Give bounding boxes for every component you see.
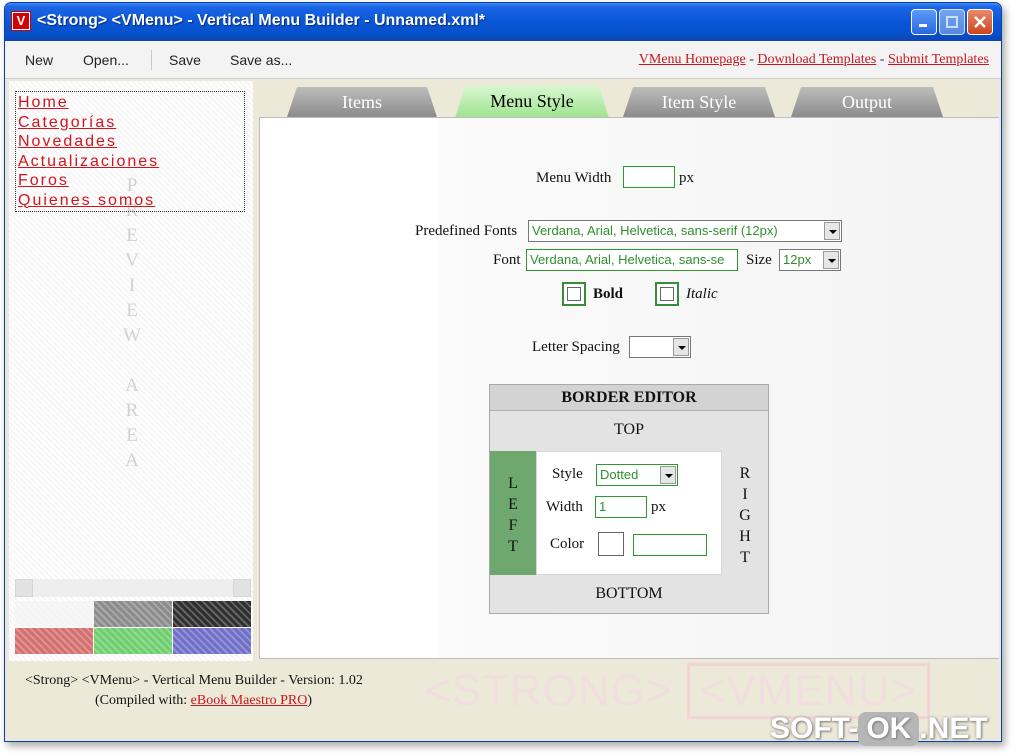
menu-width-unit: px bbox=[679, 170, 694, 186]
toolbar: New Open... Save Save as... VMenu Homepa… bbox=[5, 41, 1001, 79]
width-unit: px bbox=[651, 499, 666, 515]
border-style-select[interactable]: Dotted bbox=[596, 464, 678, 486]
italic-label: Italic bbox=[686, 286, 718, 302]
border-color-input[interactable] bbox=[633, 534, 707, 556]
predefined-fonts-label: Predefined Fonts bbox=[415, 223, 518, 239]
menu-item-categorias[interactable]: Categorías bbox=[18, 113, 242, 133]
border-left-selector[interactable]: L E F T bbox=[490, 451, 536, 575]
border-right-selector[interactable]: R I G H T bbox=[738, 463, 752, 568]
style-label: Style bbox=[552, 466, 583, 482]
font-input[interactable]: Verdana, Arial, Helvetica, sans-se bbox=[526, 249, 738, 271]
tab-item-style[interactable]: Item Style bbox=[623, 87, 775, 117]
color-label: Color bbox=[550, 536, 585, 552]
font-label: Font bbox=[493, 252, 521, 268]
link-separator: - bbox=[879, 52, 885, 67]
new-button[interactable]: New bbox=[25, 52, 53, 68]
vmenu-homepage-link[interactable]: VMenu Homepage bbox=[639, 52, 746, 67]
border-width-input[interactable]: 1 bbox=[595, 496, 647, 518]
menu-item-foros[interactable]: Foros bbox=[18, 171, 242, 191]
save-button[interactable]: Save bbox=[169, 52, 201, 68]
download-templates-link[interactable]: Download Templates bbox=[757, 52, 876, 67]
size-label: Size bbox=[746, 252, 772, 268]
menu-item-home[interactable]: Home bbox=[18, 93, 242, 113]
swatch-dark[interactable] bbox=[173, 601, 251, 627]
swatch-green[interactable] bbox=[94, 628, 172, 654]
maximize-icon bbox=[946, 16, 958, 28]
color-swatch[interactable] bbox=[598, 532, 624, 556]
app-window: V <Strong> <VMenu> - Vertical Menu Build… bbox=[4, 2, 1002, 742]
footer: <Strong> <VMenu> - Vertical Menu Builder… bbox=[25, 671, 363, 711]
chevron-down-icon[interactable] bbox=[660, 466, 676, 484]
tab-output[interactable]: Output bbox=[791, 87, 943, 117]
tab-menu-style[interactable]: Menu Style bbox=[455, 86, 609, 118]
open-button[interactable]: Open... bbox=[83, 52, 129, 68]
close-button[interactable] bbox=[967, 9, 993, 35]
border-editor-title: BORDER EDITOR bbox=[490, 385, 768, 411]
preview-scrollbar[interactable] bbox=[15, 579, 251, 597]
window-title: <Strong> <VMenu> - Vertical Menu Builder… bbox=[37, 12, 486, 29]
menu-width-label: Menu Width bbox=[536, 170, 612, 186]
menu-preview: Home Categorías Novedades Actualizacione… bbox=[15, 91, 245, 212]
preview-area: P R E V I E W A R E A Home Categorías No… bbox=[9, 81, 253, 661]
border-bottom-selector[interactable]: BOTTOM bbox=[490, 585, 768, 603]
swatch-gray[interactable] bbox=[94, 601, 172, 627]
bold-label: Bold bbox=[593, 286, 624, 302]
menu-style-panel: Menu Width px Predefined Fonts Verdana, … bbox=[259, 117, 999, 659]
border-editor: BORDER EDITOR TOP L E F T Style Dotted W… bbox=[489, 384, 769, 614]
scroll-left-button[interactable] bbox=[15, 579, 33, 597]
site-watermark: SOFT- OK .NET bbox=[770, 712, 988, 746]
close-icon bbox=[974, 16, 986, 28]
footer-logo-watermark: <STRONG> <VMENU> bbox=[425, 663, 930, 719]
version-text: <Strong> <VMenu> - Vertical Menu Builder… bbox=[25, 673, 363, 688]
ebook-maestro-link[interactable]: eBook Maestro PRO bbox=[191, 693, 308, 708]
save-as-button[interactable]: Save as... bbox=[230, 52, 292, 68]
chevron-down-icon[interactable] bbox=[673, 338, 689, 356]
chevron-down-icon[interactable] bbox=[823, 251, 839, 269]
maximize-button[interactable] bbox=[939, 9, 965, 35]
width-label: Width bbox=[546, 499, 583, 515]
preview-area-watermark: P R E V I E W A R E A bbox=[123, 175, 141, 471]
submit-templates-link[interactable]: Submit Templates bbox=[888, 52, 989, 67]
letter-spacing-label: Letter Spacing bbox=[532, 339, 620, 355]
background-swatches bbox=[15, 601, 251, 657]
border-properties: Style Dotted Width 1 px Color bbox=[536, 451, 722, 575]
swatch-light[interactable] bbox=[15, 601, 93, 627]
menu-item-quienes-somos[interactable]: Quienes somos bbox=[18, 191, 242, 211]
app-logo-icon: V bbox=[11, 11, 31, 31]
menu-width-input[interactable] bbox=[623, 166, 675, 188]
left-label: L E F T bbox=[508, 475, 518, 555]
border-top-selector[interactable]: TOP bbox=[490, 421, 768, 439]
bold-checkbox[interactable] bbox=[562, 282, 586, 306]
minimize-button[interactable] bbox=[911, 9, 937, 35]
size-select[interactable]: 12px bbox=[779, 249, 841, 271]
menu-item-actualizaciones[interactable]: Actualizaciones bbox=[18, 152, 242, 172]
swatch-red[interactable] bbox=[15, 628, 93, 654]
swatch-blue[interactable] bbox=[173, 628, 251, 654]
chevron-down-icon[interactable] bbox=[824, 222, 840, 240]
title-bar[interactable]: V <Strong> <VMenu> - Vertical Menu Build… bbox=[5, 3, 1001, 41]
letter-spacing-select[interactable] bbox=[629, 336, 691, 358]
tab-items[interactable]: Items bbox=[287, 87, 437, 117]
toolbar-separator bbox=[151, 50, 152, 70]
scroll-right-button[interactable] bbox=[233, 579, 251, 597]
top-links: VMenu Homepage - Download Templates - Su… bbox=[639, 52, 989, 68]
link-separator: - bbox=[749, 52, 754, 67]
predefined-fonts-select[interactable]: Verdana, Arial, Helvetica, sans-serif (1… bbox=[528, 220, 842, 242]
menu-item-novedades[interactable]: Novedades bbox=[18, 132, 242, 152]
minimize-icon bbox=[919, 24, 927, 27]
italic-checkbox[interactable] bbox=[655, 282, 679, 306]
compiled-with-text: (Compiled with: eBook Maestro PRO) bbox=[95, 693, 313, 708]
